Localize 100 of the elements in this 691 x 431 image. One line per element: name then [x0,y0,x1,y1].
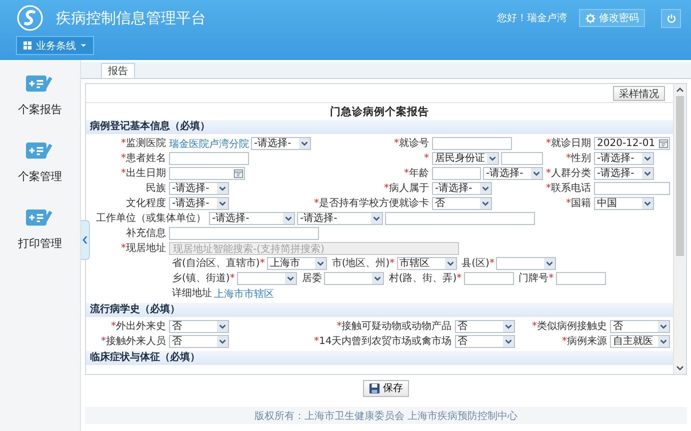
caret-icon [80,42,87,49]
field-label: *接触外来人员 [101,335,166,348]
field-label: 市(地区、州)* [332,257,395,270]
field-label: *患者姓名 [121,152,166,165]
calendar-icon [233,168,244,179]
save-icon [369,382,380,394]
field-label: *是否持有学校方便就诊卡 [314,197,429,210]
section-header: 流行病学史（必填） [86,303,673,317]
select-field[interactable]: -请选择- [169,182,229,195]
select-field[interactable]: -请选择- [297,212,383,225]
scroll-down-icon[interactable] [675,363,685,373]
text-field[interactable] [501,152,543,165]
field-label: *年龄 [404,167,429,180]
chevron-down-icon [502,321,514,332]
power-button[interactable] [661,8,681,28]
select-field[interactable]: 居民身份证 [432,152,499,165]
greeting-text: 您好！瑞金卢湾 [497,12,567,25]
sidebar-item[interactable]: 个案管理 [18,139,62,184]
field-label: *出生日期 [121,167,166,180]
field-label: *病人属于 [384,182,429,195]
sample-button[interactable]: 采样情况 [613,86,665,100]
chevron-down-icon [372,273,383,284]
field-label: *14天内曾到农贸市场或禽市场 [314,335,452,348]
text-field[interactable] [432,167,481,180]
select-field[interactable]: 中国 [594,197,654,210]
scrollbar[interactable] [673,84,686,374]
chevron-down-icon [284,273,296,284]
section-header: 临床症状与体征（必填） [86,351,673,365]
field-label: 详细地址 [172,287,212,300]
select-field[interactable] [324,272,384,285]
select-field[interactable]: -请选择- [483,167,543,180]
date-field[interactable] [169,167,245,180]
text-field[interactable] [594,182,670,195]
text-field[interactable] [432,137,512,150]
chevron-down-icon [371,213,382,224]
copyright-text: 版权所有：上海市卫生健康委员会 上海市疾病预防控制中心 [254,410,518,422]
text-field[interactable] [169,227,319,240]
select-field[interactable] [496,257,556,270]
chevron-down-icon [658,336,669,347]
section-header: 病例登记基本信息（必填） [86,120,673,134]
select-field[interactable]: -请选择- [432,182,492,195]
field-label: 县(区)* [462,257,494,270]
select-field[interactable]: -请选择- [169,197,229,210]
field-label: *监测医院 [121,137,166,150]
select-field[interactable]: -请选择- [594,152,654,165]
link[interactable]: 上海市市辖区 [214,286,274,300]
select-field[interactable]: -请选择- [209,212,295,225]
text-field[interactable] [385,212,535,225]
field-label: 省(自治区、直辖市)* [172,257,265,270]
collapse-handle[interactable] [81,220,90,260]
logo-icon [16,4,44,32]
chevron-down-icon [531,168,542,179]
text-field[interactable] [556,272,606,285]
link[interactable]: 瑞金医院卢湾分院 [169,136,249,150]
field-label: *国籍 [566,197,591,210]
chevron-down-icon [502,336,514,347]
chevron-down-icon [314,258,326,269]
select-field[interactable]: -请选择- [594,167,654,180]
chevron-down-icon [658,321,669,332]
field-label: *就诊号 [394,137,429,150]
field-label: 民族 [146,182,166,195]
save-button[interactable]: 保存 [363,380,409,396]
select-field[interactable]: 否 [610,320,670,333]
power-icon [666,12,676,24]
chevron-down-icon [487,153,498,164]
select-field[interactable]: 否 [454,335,515,348]
grid-icon [23,41,32,50]
date-field[interactable]: 2020-12-01 [594,137,670,150]
calendar-icon [658,138,669,149]
field-label: *性别 [566,152,591,165]
sidebar-item[interactable]: 个案报告 [18,72,62,117]
field-label: * [424,152,429,165]
select-field[interactable]: 否 [432,197,492,210]
chevron-down-icon [217,321,228,332]
sidebar-item[interactable]: 打印管理 [18,206,62,251]
field-label: *接触可疑动物或动物产品 [336,320,452,333]
chevron-down-icon [642,153,653,164]
field-label: *人群分类 [546,167,591,180]
chevron-down-icon [283,213,294,224]
field-label: *病例来源 [562,335,607,348]
field-label: 补充信息 [126,227,166,240]
field-label: *就诊日期 [546,137,591,150]
select-field[interactable]: 否 [169,335,229,348]
chevron-down-icon [642,198,653,209]
chevron-down-icon [299,138,310,149]
select-field[interactable]: 否 [454,320,515,333]
field-label: 文化程度 [126,197,166,210]
select-field[interactable]: 否 [169,320,229,333]
menu-dropdown[interactable]: 业务条线 [16,36,94,55]
text-field[interactable] [464,272,514,285]
field-label: 门牌号* [518,272,554,285]
tab[interactable]: 报告 [101,63,135,78]
chevron-down-icon [217,198,228,209]
select-field[interactable] [236,272,297,285]
settings-icon [585,12,596,24]
field-label: 居委 [302,272,322,285]
select-field[interactable]: -请选择- [251,137,311,150]
chevron-down-icon [480,198,491,209]
text-field[interactable] [169,152,249,165]
chevron-down-icon [444,258,456,269]
